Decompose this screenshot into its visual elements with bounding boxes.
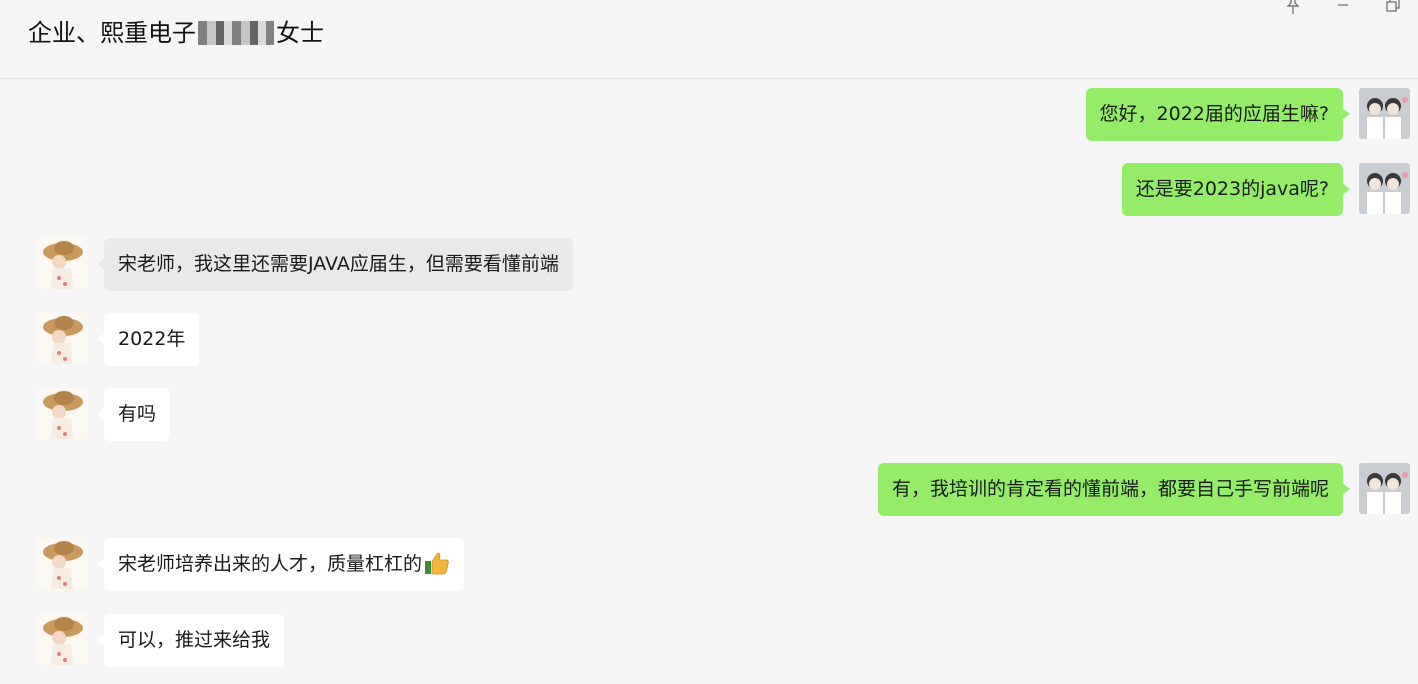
minimize-icon[interactable] bbox=[1318, 0, 1368, 16]
pin-icon[interactable] bbox=[1268, 0, 1318, 16]
redacted-name bbox=[198, 21, 274, 45]
chat-title: 企业、熙重电子 女士 bbox=[28, 17, 324, 49]
message-bubble[interactable]: 2022年 bbox=[96, 313, 200, 366]
message-incoming: 宋老师，我这里还需要JAVA应届生，但需要看懂前端 bbox=[37, 238, 573, 291]
message-list[interactable]: 您好，2022届的应届生嘛? 还是要2023的java呢? 宋老师，我这里还需要… bbox=[0, 79, 1418, 684]
window-controls bbox=[1268, 0, 1418, 16]
message-bubble[interactable]: 宋老师培养出来的人才，质量杠杠的 bbox=[96, 538, 465, 591]
contact-avatar[interactable] bbox=[37, 614, 88, 665]
chat-title-prefix: 企业、熙重电子 bbox=[28, 19, 196, 47]
message-bubble[interactable]: 有，我培训的肯定看的懂前端，都要自己手写前端呢 bbox=[877, 463, 1351, 516]
message-bubble[interactable]: 还是要2023的java呢? bbox=[1121, 163, 1351, 216]
message-outgoing: 有，我培训的肯定看的懂前端，都要自己手写前端呢 bbox=[877, 463, 1410, 516]
chat-window: 企业、熙重电子 女士 您好，2022届的应届生嘛? 还是要2023的java呢?… bbox=[0, 0, 1418, 684]
message-text: 宋老师培养出来的人才，质量杠杠的 bbox=[118, 553, 423, 575]
message-bubble[interactable]: 您好，2022届的应届生嘛? bbox=[1085, 88, 1351, 141]
chat-header: 企业、熙重电子 女士 bbox=[0, 0, 1418, 79]
message-incoming: 可以，推过来给我 bbox=[37, 614, 285, 667]
message-bubble[interactable]: 有吗 bbox=[96, 388, 171, 441]
my-avatar[interactable] bbox=[1359, 88, 1410, 139]
my-avatar[interactable] bbox=[1359, 463, 1410, 514]
contact-avatar[interactable] bbox=[37, 538, 88, 589]
message-incoming: 2022年 bbox=[37, 313, 200, 366]
restore-icon[interactable] bbox=[1368, 0, 1418, 16]
my-avatar[interactable] bbox=[1359, 163, 1410, 214]
message-outgoing: 还是要2023的java呢? bbox=[1121, 163, 1410, 216]
thumbs-up-icon bbox=[424, 551, 450, 575]
message-incoming: 有吗 bbox=[37, 388, 171, 441]
chat-title-suffix: 女士 bbox=[276, 19, 324, 47]
message-outgoing: 您好，2022届的应届生嘛? bbox=[1085, 88, 1410, 141]
message-incoming: 宋老师培养出来的人才，质量杠杠的 bbox=[37, 538, 465, 591]
contact-avatar[interactable] bbox=[37, 238, 88, 289]
contact-avatar[interactable] bbox=[37, 313, 88, 364]
message-bubble[interactable]: 宋老师，我这里还需要JAVA应届生，但需要看懂前端 bbox=[97, 238, 573, 291]
message-bubble[interactable]: 可以，推过来给我 bbox=[96, 614, 285, 667]
contact-avatar[interactable] bbox=[37, 388, 88, 439]
